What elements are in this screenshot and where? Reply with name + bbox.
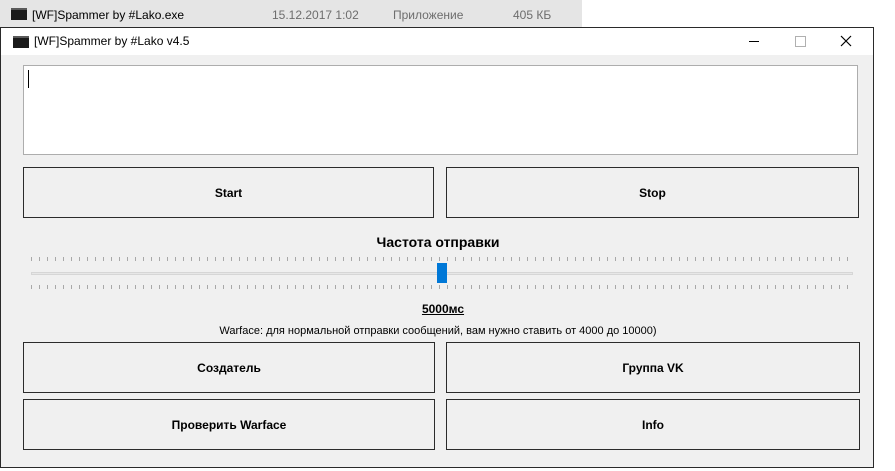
window-title: [WF]Spammer by #Lako v4.5: [34, 34, 190, 48]
minimize-button[interactable]: [731, 28, 777, 54]
close-icon: [840, 35, 852, 47]
file-type: Приложение: [393, 8, 464, 22]
slider-ticks-bottom: [31, 285, 853, 289]
file-name: [WF]Spammer by #Lako.exe: [32, 8, 185, 22]
title-bar[interactable]: [WF]Spammer by #Lako v4.5: [1, 28, 873, 55]
start-button[interactable]: Start: [23, 167, 434, 218]
minimize-icon: [749, 40, 759, 42]
info-button[interactable]: Info: [446, 399, 860, 450]
stop-button[interactable]: Stop: [446, 167, 859, 218]
close-button[interactable]: [823, 28, 869, 54]
file-date: 15.12.2017 1:02: [272, 8, 359, 22]
frequency-title: Частота отправки: [376, 234, 500, 250]
creator-button[interactable]: Создатель: [23, 342, 435, 393]
maximize-button[interactable]: [777, 28, 823, 54]
file-size: 405 КБ: [513, 8, 552, 22]
app-window: [WF]Spammer by #Lako v4.5 Start Stop Час…: [0, 27, 874, 468]
vk-group-button[interactable]: Группа VK: [446, 342, 860, 393]
explorer-file-row[interactable]: [WF]Spammer by #Lako.exe 15.12.2017 1:02…: [0, 0, 582, 29]
message-textbox[interactable]: [23, 65, 858, 155]
maximize-icon: [794, 35, 806, 47]
exe-file-icon: [11, 8, 27, 20]
frequency-value-label: 5000мс: [421, 302, 465, 316]
check-warface-button[interactable]: Проверить Warface: [23, 399, 435, 450]
slider-thumb[interactable]: [437, 263, 447, 283]
slider-ticks-top: [31, 257, 853, 261]
frequency-hint: Warface: для нормальной отправки сообщен…: [219, 325, 657, 337]
app-window-icon: [13, 36, 29, 48]
frequency-slider[interactable]: [31, 257, 853, 289]
text-caret: [28, 70, 29, 88]
